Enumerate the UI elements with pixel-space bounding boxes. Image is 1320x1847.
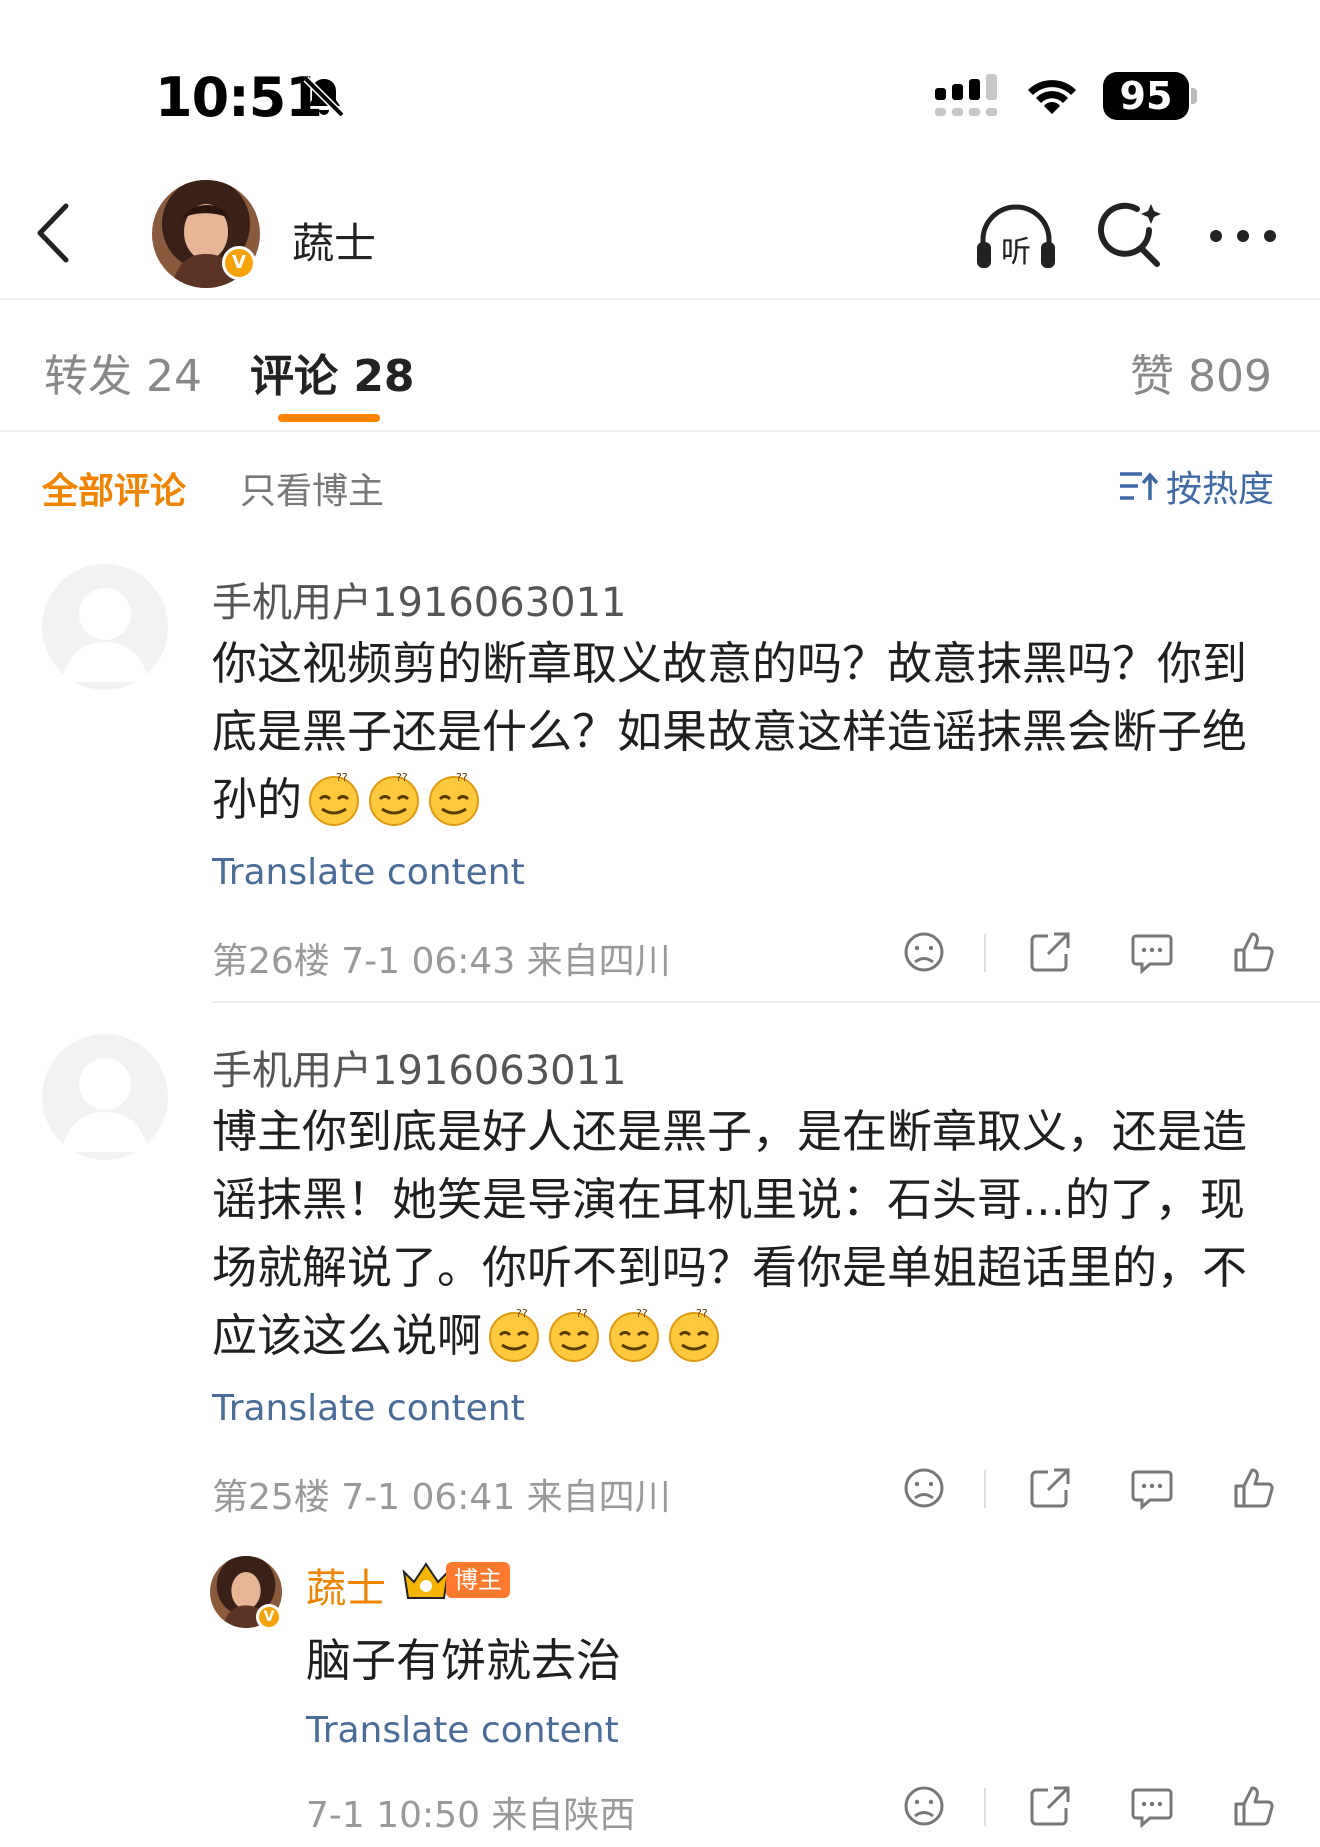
comment-username[interactable]: 手机用户1916063011 — [212, 1038, 627, 1096]
share-icon[interactable] — [1026, 928, 1074, 976]
status-bar: 10:51 95 — [0, 0, 1320, 150]
battery-nub — [1191, 88, 1197, 104]
sort-icon — [1119, 472, 1158, 500]
dizzy-face-emoji: ?? — [309, 771, 360, 826]
user-avatar[interactable] — [42, 1034, 168, 1160]
page-title: 蔬士 — [292, 219, 377, 268]
verified-badge: V — [256, 1604, 282, 1630]
dizzy-face-emoji: ?? — [369, 771, 420, 826]
filter-bar: 全部评论 只看博主 按热度 — [0, 432, 1320, 532]
action-separator — [984, 934, 986, 972]
translate-link[interactable]: Translate content — [212, 1388, 525, 1429]
status-time: 10:51 — [155, 66, 323, 129]
emoji-group: ?????? — [302, 771, 482, 826]
tab-comments[interactable]: 评论 28 — [250, 340, 415, 404]
sort-toggle[interactable]: 按热度 — [1118, 460, 1274, 512]
filter-all-comments[interactable]: 全部评论 — [42, 462, 186, 514]
author-badge: 博主 — [446, 1562, 510, 1598]
action-separator — [984, 1470, 986, 1508]
back-icon[interactable] — [32, 200, 76, 266]
dizzy-face-emoji: ?? — [549, 1307, 600, 1362]
translate-link[interactable]: Translate content — [212, 852, 525, 893]
svg-text:??: ?? — [516, 1307, 528, 1320]
default-avatar-icon — [62, 588, 148, 682]
dizzy-face-emoji: ?? — [429, 771, 480, 826]
signal-icon — [935, 74, 997, 116]
svg-text:??: ?? — [456, 771, 468, 784]
comment-text: 你这视频剪的断章取义故意的吗？故意抹黑吗？你到底是黑子还是什么？如果故意这样造谣… — [212, 630, 1272, 834]
author-reply: V 蔬士 博主 脑子有饼就去治 Translate content 7-1 10… — [0, 1550, 1320, 1847]
reply-meta: 7-1 10:50 来自陕西 — [306, 1776, 1282, 1836]
svg-text:??: ?? — [336, 771, 348, 784]
svg-text:??: ?? — [396, 771, 408, 784]
crown-icon — [402, 1562, 450, 1599]
dislike-icon[interactable] — [900, 928, 948, 976]
comment-icon[interactable] — [1128, 1782, 1176, 1830]
like-icon[interactable] — [1230, 928, 1278, 976]
default-avatar-icon — [62, 1058, 148, 1152]
filter-author-only[interactable]: 只看博主 — [240, 462, 384, 514]
comment-item: 手机用户1916063011 你这视频剪的断章取义故意的吗？故意抹黑吗？你到底是… — [0, 560, 1320, 1000]
tab-repost[interactable]: 转发 24 — [44, 340, 202, 404]
dizzy-face-emoji: ?? — [489, 1307, 540, 1362]
nav-bar: V 蔬士 听 — [0, 170, 1320, 300]
user-avatar[interactable] — [42, 564, 168, 690]
svg-text:??: ?? — [636, 1307, 648, 1320]
battery-icon: 95 — [1103, 72, 1197, 120]
comment-body: 博主你到底是好人还是黑子，是在断章取义，还是造谣抹黑！她笑是导演在耳机里说：石头… — [212, 1105, 1248, 1362]
dizzy-face-emoji: ?? — [669, 1307, 720, 1362]
dizzy-face-emoji: ?? — [609, 1307, 660, 1362]
tab-likes[interactable]: 赞 809 — [1130, 340, 1272, 404]
verified-badge: V — [222, 246, 256, 280]
active-tab-indicator — [278, 414, 380, 422]
listen-icon[interactable]: 听 — [975, 202, 1057, 272]
listen-label: 听 — [1001, 235, 1031, 270]
comment-floor-time-location: 第25楼 7-1 06:41 来自四川 — [212, 1477, 671, 1518]
comment-item: 手机用户1916063011 博主你到底是好人还是黑子，是在断章取义，还是造谣抹… — [0, 1030, 1320, 1550]
svg-text:??: ?? — [696, 1307, 708, 1320]
search-icon[interactable] — [1095, 200, 1165, 270]
share-icon[interactable] — [1026, 1782, 1074, 1830]
reply-text: 脑子有饼就去治 — [306, 1634, 622, 1687]
translate-link[interactable]: Translate content — [306, 1710, 619, 1751]
comment-text: 博主你到底是好人还是黑子，是在断章取义，还是造谣抹黑！她笑是导演在耳机里说：石头… — [212, 1098, 1272, 1370]
comment-divider — [212, 1001, 1320, 1003]
comment-icon[interactable] — [1128, 928, 1176, 976]
comment-username[interactable]: 手机用户1916063011 — [212, 570, 627, 628]
dislike-icon[interactable] — [900, 1464, 948, 1512]
battery-level: 95 — [1103, 72, 1189, 120]
reply-username[interactable]: 蔬士 — [306, 1556, 386, 1614]
comment-floor-time-location: 第26楼 7-1 06:43 来自四川 — [212, 941, 671, 982]
more-icon[interactable] — [1208, 226, 1278, 246]
reply-time-location: 7-1 10:50 来自陕西 — [306, 1795, 636, 1836]
like-icon[interactable] — [1230, 1782, 1278, 1830]
wifi-icon — [1028, 80, 1076, 114]
comment-meta: 第25楼 7-1 06:41 来自四川 — [212, 1458, 1282, 1518]
like-icon[interactable] — [1230, 1464, 1278, 1512]
tab-bar: 转发 24 评论 28 赞 809 — [0, 300, 1320, 432]
share-icon[interactable] — [1026, 1464, 1074, 1512]
comment-meta: 第26楼 7-1 06:43 来自四川 — [212, 922, 1282, 982]
svg-text:??: ?? — [576, 1307, 588, 1320]
comment-icon[interactable] — [1128, 1464, 1176, 1512]
sort-label: 按热度 — [1165, 469, 1274, 510]
emoji-group: ???????? — [482, 1307, 722, 1362]
bell-off-icon — [303, 76, 345, 118]
dislike-icon[interactable] — [900, 1782, 948, 1830]
action-separator — [984, 1788, 986, 1826]
